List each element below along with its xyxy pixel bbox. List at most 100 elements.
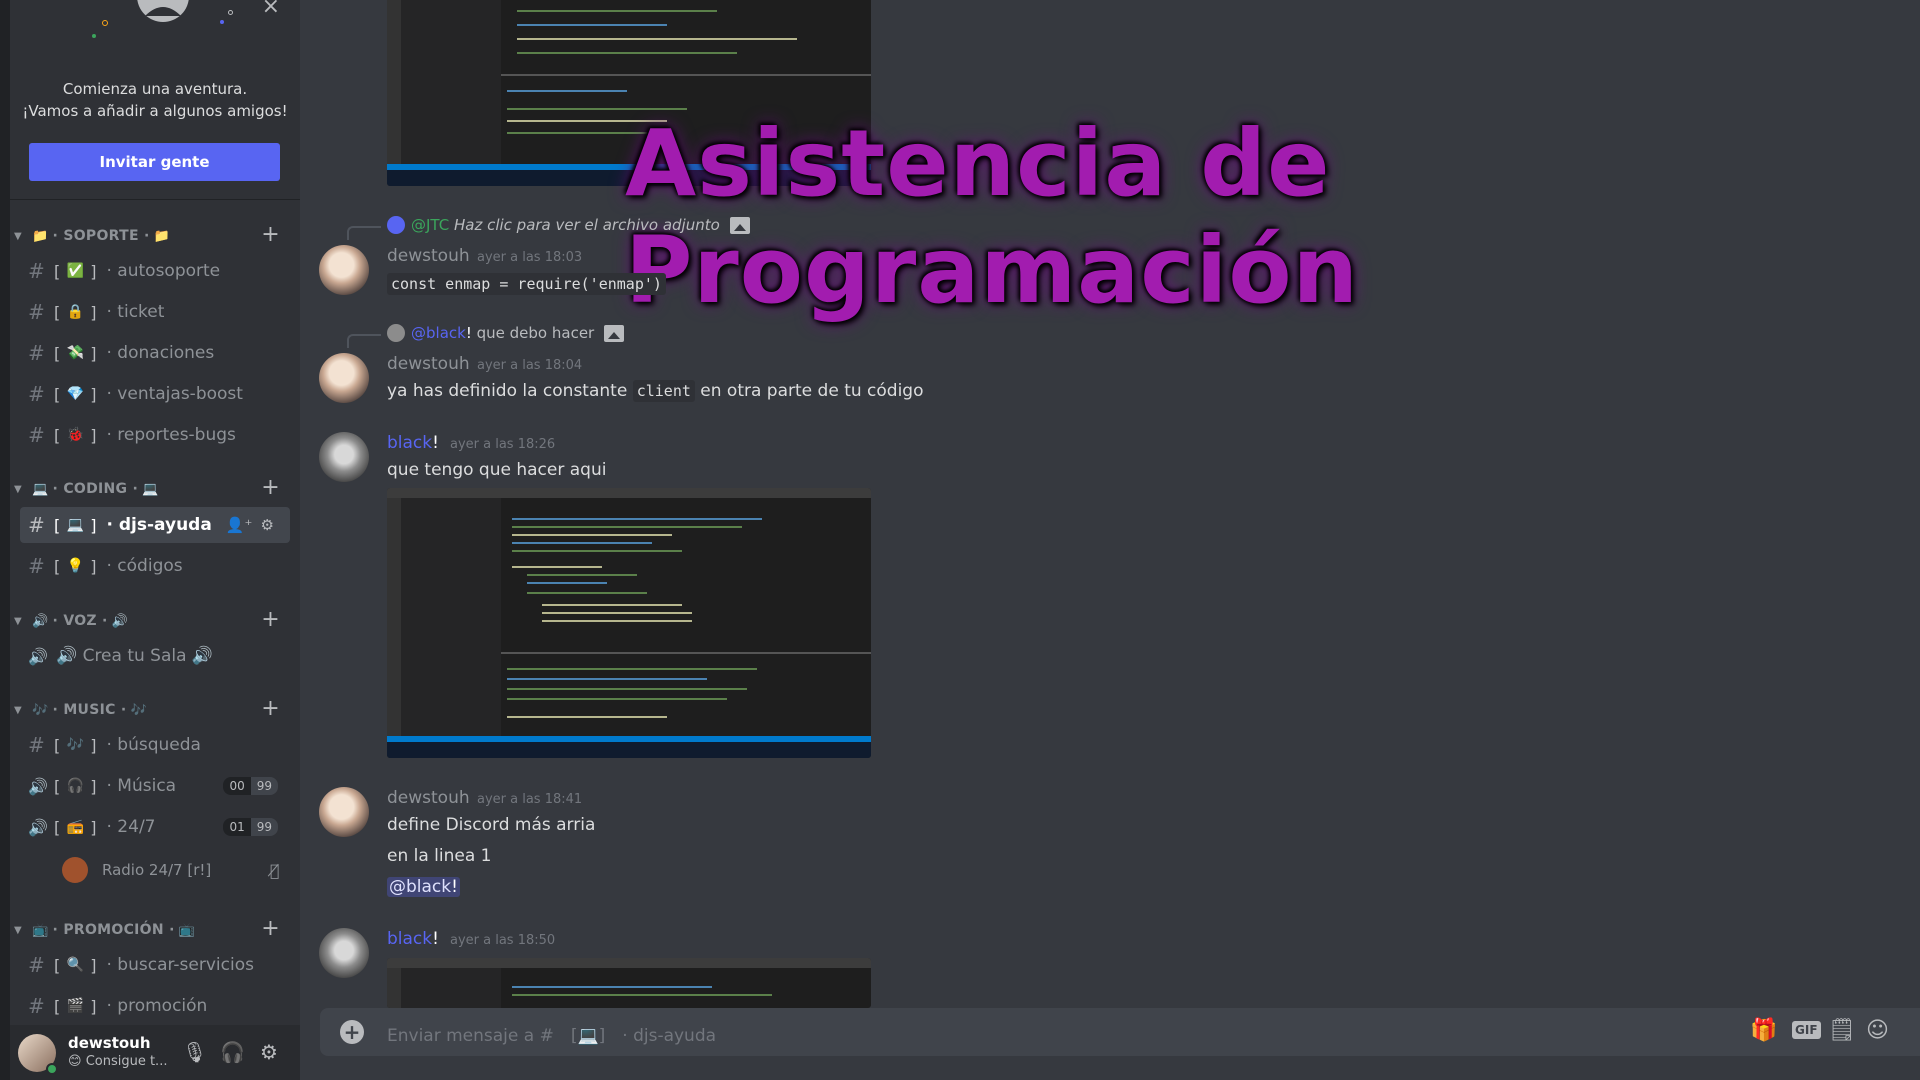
- bracket-close: ]: [90, 515, 97, 535]
- reply-reference[interactable]: @black! que debo hacer: [347, 324, 625, 348]
- attachment-image[interactable]: [387, 488, 871, 758]
- user-mention[interactable]: @black!: [387, 877, 460, 897]
- channel-reportes-bugs[interactable]: # [🐞] · reportes-bugs: [20, 417, 290, 453]
- editor-sidebar: [387, 0, 401, 170]
- reply-mention: @JTC: [411, 216, 450, 234]
- gif-icon[interactable]: GIF: [1792, 1021, 1821, 1039]
- author-name: black: [387, 433, 433, 453]
- channel-autosoporte[interactable]: # [✅] · autosoporte: [20, 253, 290, 289]
- user-panel: dewstouh 😊 Consigue t... 🎙 🎧 ⚙: [10, 1025, 300, 1080]
- bot-avatar: [387, 216, 405, 234]
- editor-sidebar: [387, 498, 401, 742]
- message-author[interactable]: dewstouh: [387, 354, 470, 374]
- voice-connected-user[interactable]: Radio 24/7 [r!] 🎙̸: [62, 855, 280, 885]
- image-attachment-icon: [604, 324, 625, 342]
- reply-spine: [347, 226, 381, 240]
- gear-icon[interactable]: ⚙: [260, 1040, 278, 1064]
- decor-dot-icon: [220, 20, 224, 24]
- mute-mic-icon[interactable]: 🎙: [182, 1040, 207, 1064]
- avatar[interactable]: [319, 245, 369, 295]
- category-separator: ·: [52, 702, 59, 718]
- message-composer[interactable]: + Enviar mensaje a # [💻] · djs-ayuda 🎁 G…: [320, 1008, 1920, 1056]
- bracket-open: [: [54, 556, 61, 576]
- editor-titlebar: [387, 488, 871, 498]
- category-promocion[interactable]: ▼ 📺 · PROMOCIÓN · 📺 +: [14, 916, 290, 941]
- gear-icon[interactable]: ⚙: [260, 516, 273, 534]
- sticker-icon[interactable]: 🗒: [1828, 1018, 1856, 1043]
- message-input[interactable]: Enviar mensaje a # [💻] · djs-ayuda: [387, 1021, 716, 1046]
- bracket-open: [: [54, 515, 61, 535]
- create-channel-icon[interactable]: +: [261, 475, 280, 500]
- channel-promocion[interactable]: # [🎬] · promoción: [20, 988, 290, 1024]
- channel-name: · ventajas-boost: [106, 384, 243, 404]
- channel-buscar-servicios[interactable]: # [🔍] · buscar-servicios: [20, 947, 290, 983]
- category-coding[interactable]: ▼ 💻 · CODING · 💻 +: [14, 475, 290, 500]
- create-channel-icon[interactable]: +: [261, 916, 280, 941]
- clapper-emoji-icon: 🎬: [66, 998, 84, 1014]
- channel-donaciones[interactable]: # [💸] · donaciones: [20, 335, 290, 371]
- category-separator: ·: [52, 922, 59, 938]
- video-title-overlay: Asistencia de Programación: [625, 110, 1360, 324]
- music-deco-icon: 🎶: [130, 702, 147, 718]
- channel-name: · autosoporte: [106, 261, 221, 281]
- channel-ventajas-boost[interactable]: # [💎] · ventajas-boost: [20, 376, 290, 412]
- gift-icon[interactable]: 🎁: [1750, 1018, 1777, 1043]
- create-channel-icon[interactable]: +: [261, 222, 280, 247]
- guild-bar-edge: [0, 0, 10, 1080]
- channel-codigos[interactable]: # [💡] · códigos: [20, 548, 290, 584]
- message-author[interactable]: black!: [387, 929, 439, 949]
- message-author[interactable]: black!: [387, 433, 439, 453]
- music-deco-icon: 🎶: [32, 702, 49, 718]
- create-channel-icon[interactable]: +: [261, 607, 280, 632]
- message-author[interactable]: dewstouh: [387, 246, 470, 266]
- headphones-icon[interactable]: 🎧: [220, 1040, 245, 1064]
- user-limit-badge: 00 99: [223, 777, 278, 795]
- bulb-emoji-icon: 💡: [66, 558, 84, 574]
- editor-explorer: [401, 968, 501, 1008]
- reply-reference[interactable]: @JTC Haz clic para ver el archivo adjunt…: [347, 216, 750, 240]
- category-voz[interactable]: ▼ 🔊 · VOZ · 🔊 +: [14, 607, 290, 632]
- author-suffix: !: [432, 929, 439, 949]
- friends-illustration-icon: [137, 0, 189, 22]
- bracket-close: ]: [90, 735, 97, 755]
- upload-plus-icon[interactable]: +: [340, 1020, 364, 1044]
- channel-name: · 24/7: [106, 817, 156, 837]
- message-author[interactable]: dewstouh: [387, 788, 470, 808]
- message-content: const enmap = require('enmap'): [387, 273, 666, 295]
- text-channel-icon: #: [28, 733, 45, 757]
- welcome-line-2: ¡Vamos a añadir a algunos amigos!: [22, 102, 288, 120]
- inline-code: const enmap = require('enmap'): [387, 273, 666, 295]
- chat-area: Asistencia de Programación @JTC Haz clic…: [300, 0, 1920, 1080]
- custom-status-text: Consigue t...: [85, 1054, 168, 1069]
- folder-deco-icon: 📁: [153, 228, 171, 244]
- lock-emoji-icon: 🔒: [66, 304, 84, 320]
- message-timestamp: ayer a las 18:03: [477, 250, 583, 265]
- channel-24-7[interactable]: 🔊 [📻] · 24/7 01 99: [20, 809, 290, 845]
- message-content: @black!: [387, 877, 460, 897]
- bracket-open: [: [54, 817, 61, 837]
- message-timestamp: ayer a las 18:50: [450, 933, 556, 948]
- channel-ticket[interactable]: # [🔒] · ticket: [20, 294, 290, 330]
- avatar[interactable]: [319, 928, 369, 978]
- chevron-down-icon: ▼: [14, 924, 22, 936]
- attachment-image[interactable]: [387, 958, 871, 1008]
- invite-member-icon[interactable]: 👤⁺: [226, 516, 253, 534]
- avatar[interactable]: [319, 787, 369, 837]
- username[interactable]: dewstouh: [68, 1034, 151, 1052]
- category-separator: ·: [169, 922, 175, 938]
- category-soporte[interactable]: ▼ 📁 · SOPORTE · 📁 +: [14, 222, 290, 247]
- create-channel-icon[interactable]: +: [261, 696, 280, 721]
- message-content: que tengo que hacer aqui: [387, 460, 607, 480]
- channel-crea-tu-sala[interactable]: 🔊 🔊 Crea tu Sala 🔊: [20, 638, 290, 674]
- channel-busqueda[interactable]: # [🎶] · búsqueda: [20, 727, 290, 763]
- close-icon[interactable]: ×: [262, 0, 280, 19]
- emoji-icon[interactable]: ☺: [1866, 1018, 1889, 1043]
- channel-musica[interactable]: 🔊 [🎧] · Música 00 99: [20, 768, 290, 804]
- channel-name: · códigos: [106, 556, 183, 576]
- invite-people-button[interactable]: Invitar gente: [29, 143, 280, 181]
- channel-djs-ayuda[interactable]: # [💻] · djs-ayuda 👤⁺ ⚙: [20, 507, 290, 543]
- category-music[interactable]: ▼ 🎶 · MUSIC · 🎶 +: [14, 696, 290, 721]
- avatar[interactable]: [319, 353, 369, 403]
- avatar[interactable]: [319, 432, 369, 482]
- channel-name: · Música: [106, 776, 177, 796]
